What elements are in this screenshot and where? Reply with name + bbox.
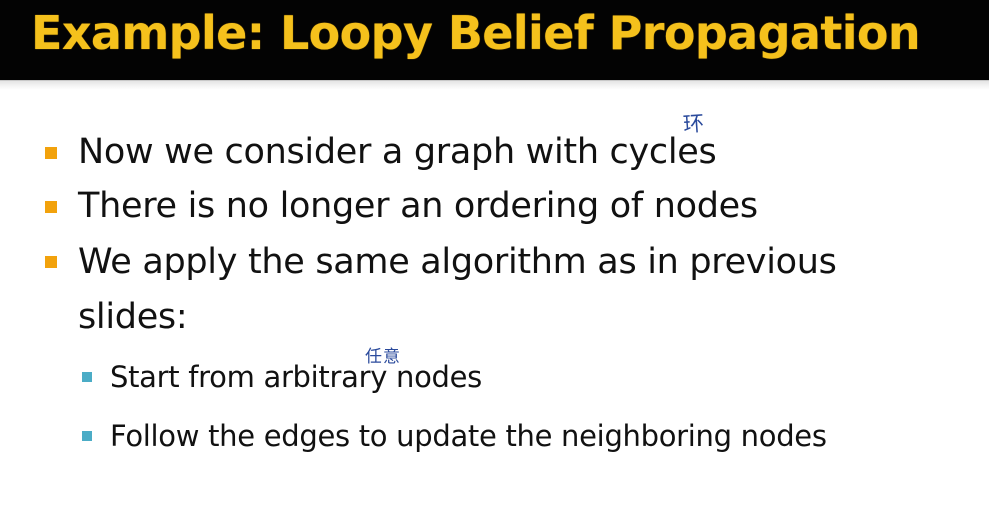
sub-bullet-text-start: Start from arbitrary nodes <box>110 360 482 394</box>
bullet-marker-icon <box>45 147 57 159</box>
title-divider <box>0 80 989 90</box>
bullet-text-cycles: Now we consider a graph with cycles <box>78 132 717 172</box>
bullet-marker-icon <box>45 201 57 213</box>
bullet-marker-icon <box>45 256 57 268</box>
slide-title: Example: Loopy Belief Propagation <box>31 6 921 60</box>
sub-bullet-marker-icon <box>82 372 92 382</box>
sub-bullet-text-follow: Follow the edges to update the neighbori… <box>110 419 827 453</box>
handwritten-note-cycles: 环 <box>682 111 705 137</box>
bullet-text-algorithm-cont: slides: <box>78 297 188 337</box>
sub-bullet-marker-icon <box>82 431 92 441</box>
bullet-text-ordering: There is no longer an ordering of nodes <box>78 186 758 226</box>
handwritten-note-arbitrary: 任意 <box>365 347 401 367</box>
bullet-text-algorithm: We apply the same algorithm as in previo… <box>78 242 837 282</box>
title-bar: Example: Loopy Belief Propagation <box>0 0 989 80</box>
